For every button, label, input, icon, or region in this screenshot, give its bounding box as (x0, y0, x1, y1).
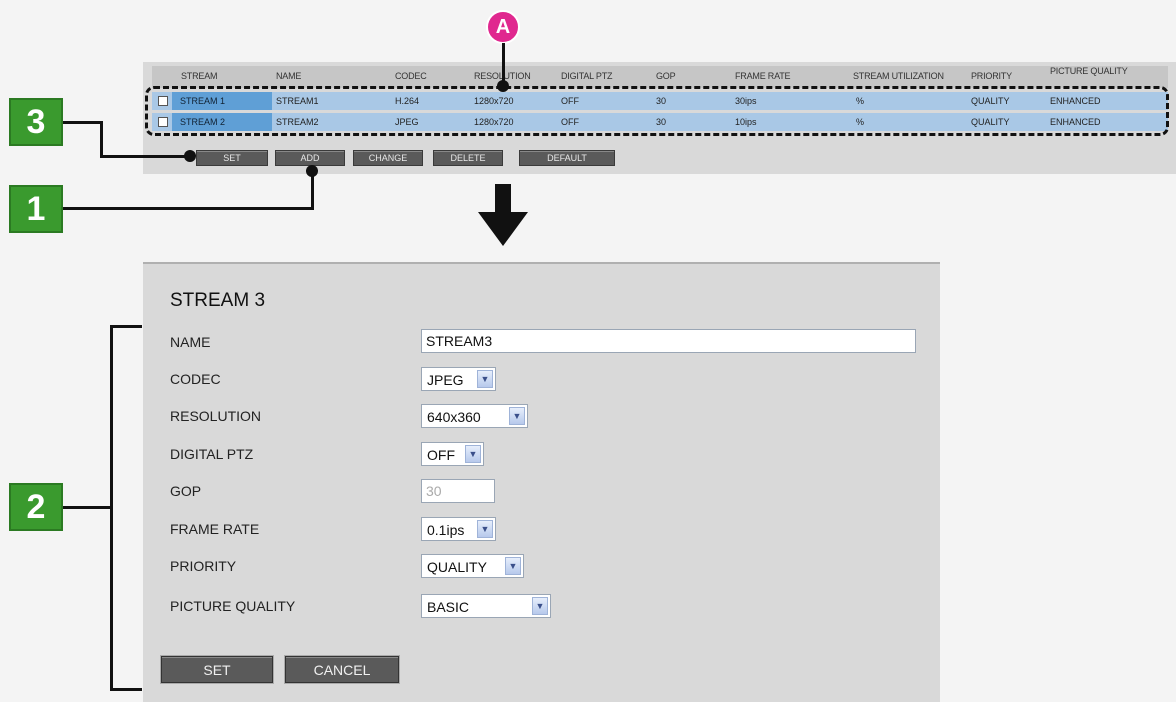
col-header-picture-quality: PICTURE QUALITY (1050, 66, 1128, 76)
callout-3-dot (184, 150, 196, 162)
label-priority: PRIORITY (170, 558, 237, 574)
callout-a-dot (497, 80, 509, 92)
label-frame-rate: FRAME RATE (170, 521, 260, 537)
callout-1-line (63, 207, 314, 210)
label-picture-quality: PICTURE QUALITY (170, 598, 296, 614)
callout-1: 1 (9, 185, 63, 233)
callout-2-bracket (110, 325, 142, 328)
digital-ptz-select[interactable]: OFF ▼ (421, 442, 484, 466)
label-codec: CODEC (170, 371, 221, 387)
chevron-down-icon: ▼ (477, 520, 493, 538)
col-header-digital-ptz: DIGITAL PTZ (561, 71, 613, 81)
priority-select[interactable]: QUALITY ▼ (421, 554, 524, 578)
add-stream-dialog (143, 262, 940, 702)
dialog-set-button[interactable]: SET (161, 656, 273, 683)
col-header-gop: GOP (656, 71, 676, 81)
frame-rate-select[interactable]: 0.1ips ▼ (421, 517, 496, 541)
callout-a-line (502, 43, 505, 85)
label-digital-ptz: DIGITAL PTZ (170, 446, 254, 462)
codec-select[interactable]: JPEG ▼ (421, 367, 496, 391)
dialog-title: STREAM 3 (170, 290, 266, 311)
callout-3: 3 (9, 98, 63, 146)
callout-badge-a: A (486, 10, 520, 44)
callout-2-line (63, 506, 113, 509)
down-arrow-icon (478, 184, 528, 246)
gop-input[interactable] (421, 479, 495, 503)
chevron-down-icon: ▼ (532, 597, 548, 615)
chevron-down-icon: ▼ (477, 370, 493, 388)
callout-3-line (100, 155, 192, 158)
chevron-down-icon: ▼ (509, 407, 525, 425)
callout-2: 2 (9, 483, 63, 531)
label-resolution: RESOLUTION (170, 408, 262, 424)
delete-button[interactable]: DELETE (433, 150, 503, 166)
col-header-codec: CODEC (395, 71, 427, 81)
col-header-stream: STREAM (181, 71, 218, 81)
picture-quality-select[interactable]: BASIC ▼ (421, 594, 551, 618)
label-name: NAME (170, 334, 211, 350)
col-header-priority: PRIORITY (971, 71, 1012, 81)
resolution-select[interactable]: 640x360 ▼ (421, 404, 528, 428)
callout-3-line (100, 121, 103, 157)
dialog-cancel-button[interactable]: CANCEL (285, 656, 399, 683)
col-header-frame-rate: FRAME RATE (735, 71, 791, 81)
set-button[interactable]: SET (196, 150, 268, 166)
callout-2-bracket (110, 325, 113, 691)
callout-2-bracket (110, 688, 142, 691)
col-header-name: NAME (276, 71, 302, 81)
col-header-stream-utilization: STREAM UTILIZATION (853, 71, 944, 81)
chevron-down-icon: ▼ (465, 445, 481, 463)
highlight-dashed-outline (145, 86, 1169, 136)
name-input[interactable] (421, 329, 916, 353)
callout-1-line (311, 172, 314, 210)
label-gop: GOP (170, 483, 202, 499)
default-button[interactable]: DEFAULT (519, 150, 615, 166)
chevron-down-icon: ▼ (505, 557, 521, 575)
callout-3-line (63, 121, 103, 124)
callout-1-dot (306, 165, 318, 177)
change-button[interactable]: CHANGE (353, 150, 423, 166)
add-button[interactable]: ADD (275, 150, 345, 166)
